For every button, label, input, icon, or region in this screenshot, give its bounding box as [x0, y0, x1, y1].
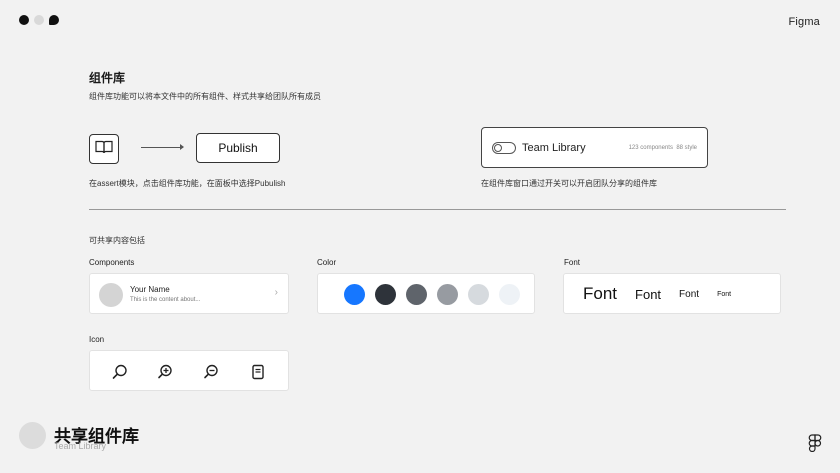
font-sample-xl: Font	[583, 284, 618, 303]
team-library-row[interactable]: Team Library 123 components 88 style	[481, 127, 708, 168]
shared-section-title: 可共享内容包括	[89, 236, 145, 245]
page-title: 组件库	[89, 71, 126, 85]
team-library-meta: 123 components 88 style	[629, 145, 697, 151]
color-swatch-5[interactable]	[499, 284, 520, 305]
components-label: Components	[89, 258, 135, 267]
avatar	[99, 283, 123, 307]
color-card	[317, 273, 535, 314]
component-name: Your Name	[130, 285, 170, 294]
chevron-right-icon: ›	[274, 287, 278, 298]
color-label: Color	[317, 258, 337, 267]
components-count: 123 components	[628, 145, 673, 151]
font-samples: Font Font Font Font	[583, 274, 731, 314]
zoom-in-icon[interactable]	[156, 362, 176, 382]
page-subtitle: 组件库功能可以将本文件中的所有组件、样式共享给团队所有成员	[89, 92, 321, 101]
icon-label: Icon	[89, 335, 105, 344]
icon-card	[89, 350, 289, 391]
publish-button[interactable]: Publish	[196, 133, 280, 163]
team-library-label: Team Library	[522, 142, 586, 154]
window-dot-close[interactable]	[19, 15, 29, 25]
components-card[interactable]: Your Name This is the content about... ›	[89, 273, 289, 314]
font-card: Font Font Font Font	[563, 273, 781, 314]
color-swatches	[344, 284, 520, 305]
window-dot-minimize[interactable]	[34, 15, 44, 25]
arrow-head-icon	[180, 144, 184, 150]
footer-title-en: Team Library	[54, 441, 107, 451]
canvas: Figma 组件库 组件库功能可以将本文件中的所有组件、样式共享给团队所有成员 …	[0, 0, 840, 473]
color-swatch-4[interactable]	[468, 284, 489, 305]
document-icon[interactable]	[248, 362, 268, 382]
component-description: This is the content about...	[130, 297, 201, 303]
figma-logo-icon	[808, 434, 822, 457]
color-swatch-2[interactable]	[406, 284, 427, 305]
publish-step-description: 在assert模块，点击组件库功能，在面板中选择Pubulish	[89, 179, 286, 188]
font-sample-m: Font	[679, 288, 700, 300]
toggle-knob	[494, 144, 502, 152]
arrow-line	[141, 147, 183, 148]
section-divider	[89, 209, 786, 210]
brand-label: Figma	[788, 16, 820, 28]
color-swatch-0[interactable]	[344, 284, 365, 305]
team-library-avatar	[19, 422, 46, 449]
color-swatch-1[interactable]	[375, 284, 396, 305]
font-label: Font	[564, 258, 581, 267]
assets-book-button[interactable]	[89, 134, 119, 164]
team-library-step-description: 在组件库窗口通过开关可以开启团队分享的组件库	[481, 179, 657, 188]
font-sample-s: Font	[717, 290, 732, 298]
color-swatch-3[interactable]	[437, 284, 458, 305]
team-library-toggle[interactable]	[492, 142, 516, 154]
search-icon[interactable]	[110, 362, 130, 382]
styles-count: 88 style	[676, 145, 697, 151]
book-icon	[95, 140, 113, 159]
font-sample-l: Font	[635, 286, 662, 302]
zoom-out-icon[interactable]	[202, 362, 222, 382]
window-dot-maximize[interactable]	[49, 15, 59, 25]
